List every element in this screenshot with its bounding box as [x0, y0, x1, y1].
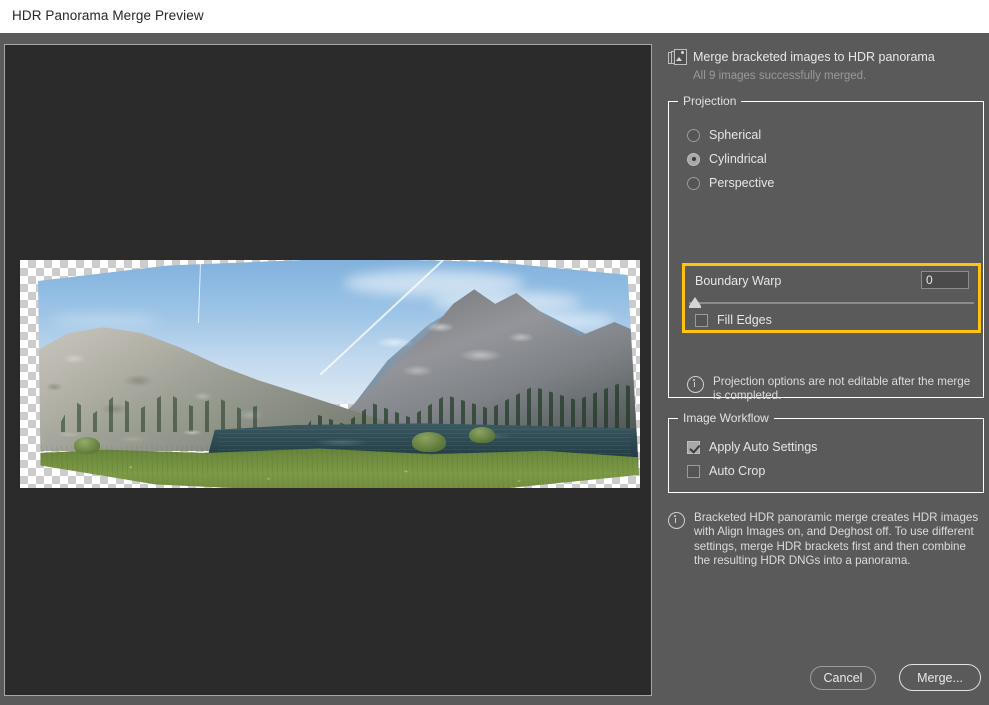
radio-cylindrical[interactable]: Cylindrical — [687, 152, 767, 166]
boundary-warp-slider[interactable] — [689, 297, 974, 309]
checkbox-auto-crop[interactable]: Auto Crop — [687, 464, 765, 478]
options-panel: Merge bracketed images to HDR panorama A… — [663, 33, 989, 705]
panorama-checkerboard — [20, 260, 640, 488]
window-title: HDR Panorama Merge Preview — [12, 8, 204, 23]
boundary-warp-value-input[interactable] — [921, 271, 969, 289]
cancel-button[interactable]: Cancel — [810, 666, 876, 690]
radio-cylindrical-label: Cylindrical — [709, 152, 767, 166]
checkbox-fill-edges[interactable]: Fill Edges — [695, 313, 772, 327]
image-workflow-group: Image Workflow Apply Auto Settings Auto … — [668, 418, 984, 493]
bracketed-merge-note-text: Bracketed HDR panoramic merge creates HD… — [694, 511, 982, 569]
radio-spherical-label: Spherical — [709, 128, 761, 142]
boundary-warp-slider-thumb[interactable] — [689, 297, 701, 306]
stacked-images-icon — [668, 49, 685, 64]
info-icon — [687, 376, 704, 393]
panel-header-title: Merge bracketed images to HDR panorama — [693, 50, 935, 64]
boundary-warp-slider-track[interactable] — [689, 302, 974, 304]
checkbox-fill-edges-indicator[interactable] — [695, 314, 708, 327]
radio-spherical-indicator[interactable] — [687, 129, 700, 142]
radio-perspective-label: Perspective — [709, 176, 774, 190]
projection-note: Projection options are not editable afte… — [687, 375, 975, 404]
photo-bush — [412, 432, 446, 452]
projection-group: Projection Spherical Cylindrical Perspec… — [668, 101, 984, 398]
projection-group-legend: Projection — [678, 94, 741, 108]
merge-button[interactable]: Merge... — [899, 664, 981, 691]
bracketed-merge-note: Bracketed HDR panoramic merge creates HD… — [668, 511, 982, 569]
boundary-warp-label: Boundary Warp — [695, 274, 781, 288]
checkbox-auto-crop-indicator[interactable] — [687, 465, 700, 478]
projection-note-text: Projection options are not editable afte… — [713, 375, 975, 404]
title-bar: HDR Panorama Merge Preview — [0, 0, 989, 33]
image-workflow-group-legend: Image Workflow — [678, 411, 774, 425]
boundary-warp-highlight: Boundary Warp Fill Edges — [682, 263, 981, 333]
checkbox-apply-auto-settings[interactable]: Apply Auto Settings — [687, 440, 817, 454]
hdr-panorama-merge-dialog: HDR Panorama Merge Preview — [0, 0, 989, 705]
panel-header: Merge bracketed images to HDR panorama A… — [668, 49, 978, 82]
panel-header-subtitle: All 9 images successfully merged. — [693, 70, 978, 82]
radio-spherical[interactable]: Spherical — [687, 128, 761, 142]
checkbox-apply-auto-settings-indicator[interactable] — [687, 441, 700, 454]
radio-perspective[interactable]: Perspective — [687, 176, 774, 190]
dialog-body: Merge bracketed images to HDR panorama A… — [0, 33, 989, 705]
radio-cylindrical-indicator[interactable] — [687, 153, 700, 166]
checkbox-apply-auto-settings-label: Apply Auto Settings — [709, 440, 817, 454]
photo-bush — [74, 437, 100, 454]
panorama-image — [20, 260, 640, 488]
checkbox-fill-edges-label: Fill Edges — [717, 313, 772, 327]
checkbox-auto-crop-label: Auto Crop — [709, 464, 765, 478]
photo-bush — [469, 427, 495, 443]
radio-perspective-indicator[interactable] — [687, 177, 700, 190]
preview-pane[interactable] — [4, 44, 652, 696]
info-icon — [668, 512, 685, 529]
